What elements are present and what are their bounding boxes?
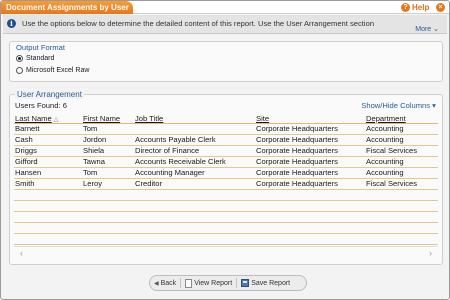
save-icon [241,279,250,287]
cell-site: Corporate Headquarters [256,135,338,144]
cell-site: Corporate Headquarters [256,124,338,133]
cell-job-title: Accounting Manager [135,168,205,177]
cell-first-name: Shiela [83,146,105,155]
cell-job-title: Director of Finance [135,146,200,155]
column-header-last-name[interactable]: Last Name △ [14,113,82,123]
column-header-site[interactable]: Site [255,113,365,123]
view-report-label: View Report [194,279,233,287]
cell-department: Accounting [366,135,404,144]
cell-site: Corporate Headquarters [256,179,338,188]
empty-row [14,234,438,245]
cell-last-name: Driggs [15,146,37,155]
more-link[interactable]: More ⌄ [415,25,439,33]
radio-standard[interactable]: Standard [16,55,54,62]
cell-job-title [134,124,255,134]
horizontal-scrollbar[interactable]: ‹ › [14,246,438,258]
help-label: Help [412,3,430,12]
users-found-count: Users Found: 6 [15,101,67,110]
cell-department: Accounting [366,124,404,133]
cell-department: Accounting [366,157,404,166]
radio-label: Standard [26,55,55,62]
grid-header: Last Name △ First Name Job Title Site Dep… [14,113,438,124]
cell-department: Accounting [366,168,404,177]
cell-job-title: Creditor [135,179,163,188]
cell-first-name: Leroy [83,179,102,188]
show-hide-columns-link[interactable]: Show/Hide Columns ▾ [361,101,436,110]
help-button[interactable]: ? Help [401,2,429,13]
user-arrangement-panel: User Arrangement Users Found: 6 Show/Hid… [9,90,443,265]
table-row[interactable]: Driggs Shiela Director of Finance Corporate… [14,146,438,157]
scroll-right-icon[interactable]: › [429,248,432,258]
grid-body: Barnett Tom Corporate Headquarters Accounti… [14,124,438,245]
view-report-button[interactable]: View Report [185,278,233,288]
save-report-button[interactable]: Save Report [241,279,290,287]
cell-site: Corporate Headquarters [256,168,338,177]
empty-row [14,201,438,212]
output-format-title: Output Format [16,43,65,52]
back-label: Back [160,279,177,287]
table-row[interactable]: Smith Leroy Creditor Corporate Headquarters… [14,179,438,190]
info-bar: i Use the options below to determine the… [3,15,447,34]
table-row[interactable]: Hansen Tom Accounting Manager Corporate Hea… [14,168,438,179]
empty-row [14,212,438,223]
document-icon [185,278,193,288]
help-icon: ? [401,3,410,12]
cell-last-name: Hansen [15,168,42,177]
title-bar: Document Assignments by User ? Help × [1,1,449,14]
table-row[interactable]: Barnett Tom Corporate Headquarters Accounti… [14,124,438,135]
cell-last-name: Barnett [15,124,40,133]
footer-toolbar: ◀ Back View Report Save Report [149,275,307,291]
cell-first-name: Tawna [83,157,105,166]
cell-site: Corporate Headquarters [256,157,338,166]
divider [180,278,182,288]
cell-department: Fiscal Services [366,179,418,188]
radio-icon-selected[interactable] [16,55,23,62]
radio-icon[interactable] [16,67,23,74]
table-row[interactable]: Gifford Tawna Accounts Receivable Clerk Cor… [14,157,438,168]
column-header-department[interactable]: Department [365,113,438,123]
cell-first-name: Tom [83,168,98,177]
column-header-first-name[interactable]: First Name [82,113,134,123]
save-report-label: Save Report [251,279,291,287]
user-arrangement-title: User Arrangement [15,90,84,99]
info-icon: i [7,19,16,28]
cell-job-title: Accounts Payable Clerk [135,135,216,144]
column-header-job-title[interactable]: Job Title [134,113,255,123]
scroll-left-icon[interactable]: ‹ [20,248,23,258]
cell-first-name: Tom [83,124,98,133]
report-window: Document Assignments by User ? Help × i … [0,0,450,300]
users-grid: Last Name △ First Name Job Title Site Dep… [14,113,438,245]
divider [236,278,238,288]
window-title: Document Assignments by User [1,1,133,14]
output-format-panel: Output Format Standard Microsoft Excel R… [9,41,443,82]
empty-row [14,190,438,201]
empty-row [14,223,438,234]
info-text: Use the options below to determine the d… [22,19,375,28]
cell-last-name: Cash [15,135,33,144]
cell-first-name: Jordon [83,135,107,144]
radio-label: Microsoft Excel Raw [26,67,90,74]
cell-site: Corporate Headquarters [256,146,338,155]
back-arrow-icon: ◀ [154,280,159,287]
radio-excel-raw[interactable]: Microsoft Excel Raw [16,67,89,74]
cell-last-name: Smith [15,179,35,188]
cell-job-title: Accounts Receivable Clerk [135,157,226,166]
table-row[interactable]: Cash Jordon Accounts Payable Clerk Corporat… [14,135,438,146]
cell-last-name: Gifford [15,157,38,166]
cell-department: Fiscal Services [366,146,418,155]
close-icon[interactable]: × [436,3,445,12]
back-button[interactable]: ◀ Back [154,280,176,287]
